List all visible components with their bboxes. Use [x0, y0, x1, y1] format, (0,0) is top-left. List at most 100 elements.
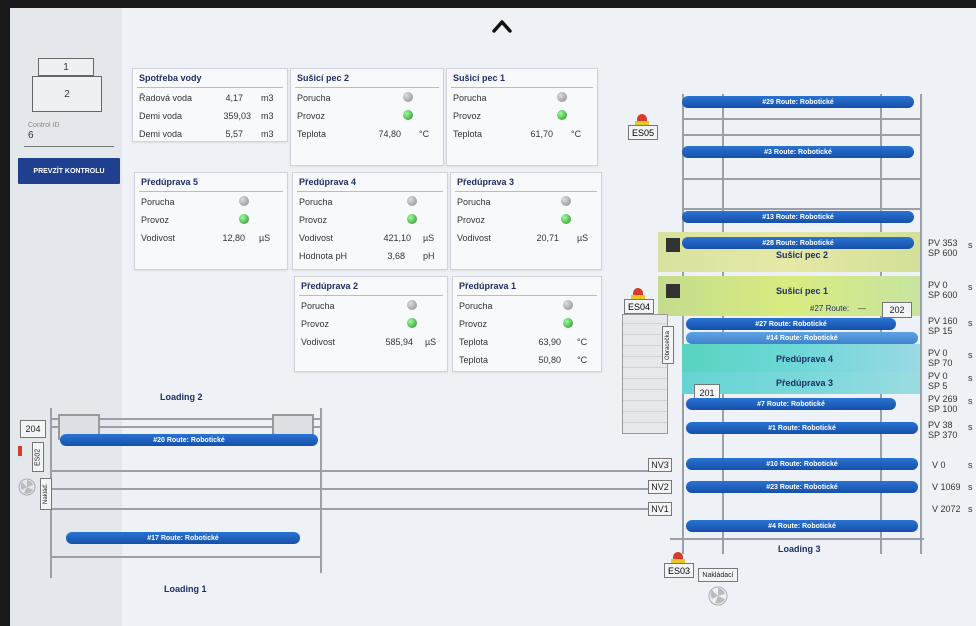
- panel-susici-pec-1: Sušicí pec 1 Porucha Provoz Teplota 61,7…: [446, 68, 598, 166]
- route-7[interactable]: #7 Route: Robotické: [686, 398, 896, 410]
- station-202[interactable]: 202: [882, 302, 912, 318]
- frame-rail: [670, 538, 924, 540]
- route-27-dash: —: [858, 304, 866, 313]
- row-radova-voda: Řadová voda 4,17 m3: [139, 89, 281, 107]
- row-unit: °C: [577, 337, 588, 347]
- panel-susici-pec-2: Sušicí pec 2 Porucha Provoz Teplota 74,8…: [290, 68, 444, 166]
- unit-s: s: [968, 460, 973, 470]
- unit-s: s: [968, 373, 973, 383]
- station-box-2[interactable]: 2: [32, 76, 102, 112]
- route-14[interactable]: #14 Route: Robotické: [686, 332, 918, 344]
- porucha-indicator-icon: [239, 196, 249, 206]
- nv3-value: V 0: [932, 460, 946, 470]
- row-label: Provoz: [453, 111, 482, 121]
- panel-title: Spotřeba vody: [139, 73, 202, 83]
- row-label: Porucha: [299, 197, 333, 207]
- row-unit: °C: [577, 355, 588, 365]
- row-label: Porucha: [453, 93, 487, 103]
- zone-label-susici-2: Sušicí pec 2: [776, 250, 829, 260]
- panel-title: Sušicí pec 1: [453, 73, 506, 83]
- provoz-indicator-icon: [407, 318, 417, 328]
- route-27[interactable]: #27 Route: Robotické: [686, 318, 896, 330]
- es03-button[interactable]: ES03: [664, 552, 694, 582]
- route-3[interactable]: #3 Route: Robotické: [682, 146, 914, 158]
- fan-icon: [18, 478, 36, 496]
- nv2-tag[interactable]: NV2: [648, 480, 672, 494]
- route-28[interactable]: #28 Route: Robotické: [682, 237, 914, 249]
- porucha-indicator-icon: [557, 92, 567, 102]
- frame-rail: [682, 118, 922, 120]
- route-29[interactable]: #29 Route: Robotické: [682, 96, 914, 108]
- es05-lamp-icon: [637, 114, 647, 121]
- row-teplota: Teplota 74,80 °C: [297, 125, 437, 143]
- nv1-tag[interactable]: NV1: [648, 502, 672, 516]
- zone-susici-pec-1: [658, 276, 920, 316]
- porucha-indicator-icon: [407, 196, 417, 206]
- divider: [137, 87, 283, 88]
- carrier-icon: [666, 238, 680, 252]
- unit-s: s: [968, 396, 973, 406]
- row-value: 63,90: [538, 337, 561, 347]
- collapse-chevron-up-icon[interactable]: [490, 16, 514, 36]
- pv-value: PV 160: [928, 316, 958, 326]
- row-value: 5,57: [225, 129, 243, 139]
- panel-title: Předúprava 2: [301, 281, 359, 291]
- panel-title: Předúprava 3: [457, 177, 515, 187]
- pvsp-readout-6: PV 269 SP 100: [928, 394, 958, 414]
- row-label: Provoz: [141, 215, 170, 225]
- divider: [457, 295, 597, 296]
- frame-rail: [682, 208, 922, 210]
- row-label: Teplota: [459, 355, 489, 365]
- sp-value: SP 600: [928, 248, 958, 258]
- zone-label-susici-1: Sušicí pec 1: [776, 286, 829, 296]
- route-13[interactable]: #13 Route: Robotické: [682, 211, 914, 223]
- conveyor-rail: [50, 556, 322, 558]
- route-27-prefix: #27 Route:: [810, 304, 850, 313]
- route-1[interactable]: #1 Route: Robotické: [686, 422, 918, 434]
- row-label: Provoz: [459, 319, 488, 329]
- unit-s: s: [968, 482, 973, 492]
- route-4[interactable]: #4 Route: Robotické: [686, 520, 918, 532]
- station-box-1[interactable]: 1: [38, 58, 94, 76]
- row-porucha: Porucha: [297, 89, 437, 107]
- pv-value: PV 0: [928, 348, 948, 358]
- row-unit: µS: [259, 233, 271, 243]
- sidebar-divider: [24, 146, 114, 147]
- row-ph: Hodnota pH 3,68 pH: [299, 247, 441, 265]
- row-porucha: Porucha: [457, 193, 595, 211]
- row-label: Porucha: [301, 301, 335, 311]
- sp-value: SP 100: [928, 404, 958, 414]
- row-unit: pH: [423, 251, 435, 261]
- pvsp-readout-5: PV 0 SP 5: [928, 371, 948, 391]
- route-23[interactable]: #23 Route: Robotické: [686, 481, 918, 493]
- divider: [139, 191, 283, 192]
- es04-label: ES04: [624, 299, 654, 314]
- row-teplota-2: Teplota 50,80 °C: [459, 351, 595, 369]
- row-provoz: Provoz: [453, 107, 591, 125]
- row-provoz: Provoz: [459, 315, 595, 333]
- route-20[interactable]: #20 Route: Robotické: [60, 434, 318, 446]
- prevzit-kontrolu-button[interactable]: PREVZÍT KONTROLU: [18, 158, 120, 184]
- row-value: 359,03: [223, 111, 251, 121]
- control-id-label: Control ID: [28, 122, 60, 129]
- panel-predupava-4: Předúprava 4 Porucha Provoz Vodivost 421…: [292, 172, 448, 270]
- row-unit: µS: [423, 233, 435, 243]
- porucha-indicator-icon: [403, 92, 413, 102]
- row-label: Řadová voda: [139, 93, 193, 103]
- pvsp-readout-2: PV 0 SP 600: [928, 280, 957, 300]
- route-10[interactable]: #10 Route: Robotické: [686, 458, 918, 470]
- nv3-tag[interactable]: NV3: [648, 458, 672, 472]
- row-unit: m3: [261, 129, 274, 139]
- es02-button[interactable]: ES02: [32, 442, 44, 472]
- row-label: Vodivost: [457, 233, 492, 243]
- loading-2-label: Loading 2: [160, 392, 203, 402]
- row-label: Provoz: [299, 215, 328, 225]
- es05-button[interactable]: ES05: [628, 114, 658, 144]
- panel-spotreba-vody: Spotřeba vody Řadová voda 4,17 m3 Demi v…: [132, 68, 288, 142]
- panel-title: Sušicí pec 2: [297, 73, 350, 83]
- frame-rail: [682, 134, 922, 136]
- station-204[interactable]: 204: [20, 420, 46, 438]
- row-label: Demi voda: [139, 129, 183, 139]
- route-17[interactable]: #17 Route: Robotické: [66, 532, 300, 544]
- row-demi-voda: Demi voda 359,03 m3: [139, 107, 281, 125]
